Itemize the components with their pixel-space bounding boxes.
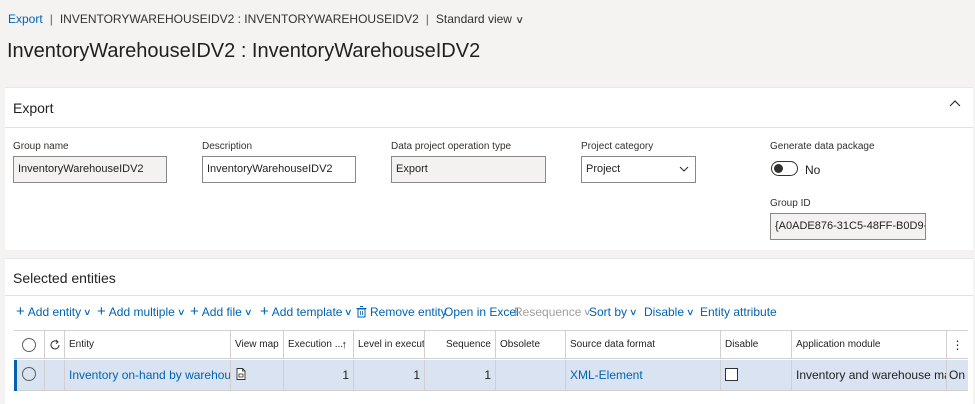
add-file-label: Add file [201,305,242,319]
chevron-down-icon: ∨ [83,306,92,317]
page-title: InventoryWarehouseIDV2 : InventoryWareho… [7,40,481,62]
remove-entity-label: Remove entity [370,305,447,319]
cell-source-format[interactable]: XML-Element [566,360,721,390]
col-disable[interactable]: Disable [721,331,792,358]
entities-grid: Entity View map Execution ... ↑ Level in… [14,330,968,392]
selected-entities-title: Selected entities [13,270,116,286]
plus-icon: + [97,303,106,320]
export-section-title: Export [13,100,54,116]
cell-execution: 1 [284,360,354,390]
col-entity[interactable]: Entity [65,331,231,358]
chevron-down-icon: ∨ [686,306,695,317]
col-source-format[interactable]: Source data format [566,331,721,358]
plus-icon: + [190,303,199,320]
trash-icon [356,306,367,318]
col-level[interactable]: Level in execut... [354,331,425,358]
plus-icon: + [260,303,269,320]
chevron-down-icon: ∨ [344,306,354,317]
entity-attribute-label: Entity attribute [700,305,777,319]
sort-ascending-icon: ↑ [341,339,348,351]
add-multiple-label: Add multiple [108,305,175,319]
project-category-value: Project [586,163,621,175]
group-name-field[interactable]: InventoryWarehouseIDV2 [13,156,167,183]
add-file-button[interactable]: + Add file ∨ [190,303,253,320]
chevron-down-icon: ∨ [515,15,525,26]
section-divider [5,127,973,128]
operation-type-field[interactable]: Export [391,156,546,183]
col-view-map[interactable]: View map [231,331,284,358]
project-category-select[interactable]: Project [581,156,696,183]
generate-package-toggle[interactable] [771,161,798,176]
breadcrumb-separator: | [49,12,53,26]
cell-sequence: 1 [425,360,496,390]
view-map-icon[interactable] [236,368,246,380]
row-selection-indicator [14,360,17,391]
chevron-down-icon: ∨ [629,306,638,317]
open-in-excel-label: Open in Excel [444,305,519,319]
project-category-label: Project category [581,141,654,152]
cell-app-module: Inventory and warehouse mana... [792,360,947,390]
chevron-up-icon[interactable] [949,98,961,110]
breadcrumb: Export | INVENTORYWAREHOUSEIDV2 : INVENT… [8,12,525,26]
grid-header: Entity View map Execution ... ↑ Level in… [14,330,968,359]
cell-disable[interactable] [721,360,792,390]
row-select-circle[interactable] [22,367,36,381]
open-in-excel-button[interactable]: Open in Excel [444,305,519,319]
generate-package-label: Generate data package [770,141,875,152]
chevron-down-icon [679,166,689,172]
select-all-cell[interactable] [14,331,45,358]
add-entity-label: Add entity [27,305,82,319]
view-selector[interactable]: Standard view ∨ [435,12,525,26]
group-id-field[interactable]: {A0ADE876-31C5-48FF-B0D9-9... [770,213,926,240]
select-all-circle[interactable] [22,338,36,352]
breadcrumb-current: INVENTORYWAREHOUSEIDV2 : INVENTORYWAREHO… [59,12,419,26]
entity-link[interactable]: Inventory on-hand by warehouse V2 [69,368,230,382]
description-field[interactable]: InventoryWarehouseIDV2 [202,156,356,183]
section-divider [5,295,973,296]
add-template-label: Add template [271,305,343,319]
col-execution-label: Execution ... [288,339,344,350]
cell-view-map[interactable] [231,360,284,390]
add-entity-button[interactable]: + Add entity ∨ [16,303,92,320]
generate-package-value: No [805,163,821,177]
sort-by-button[interactable]: Sort by ∨ [589,305,638,319]
row-spacer-cell [45,360,65,390]
chevron-down-icon: ∨ [176,306,186,317]
add-multiple-button[interactable]: + Add multiple ∨ [97,303,186,320]
chevron-down-icon: ∨ [243,306,253,317]
col-obsolete[interactable]: Obsolete [496,331,566,358]
resequence-label: Resequence [514,305,582,319]
disable-checkbox[interactable] [725,368,738,381]
cell-overflow: On [949,368,966,382]
cell-entity[interactable]: Inventory on-hand by warehouse V2 [65,360,231,390]
breadcrumb-export-link[interactable]: Export [8,12,43,26]
operation-type-label: Data project operation type [391,141,512,152]
refresh-icon[interactable] [49,339,61,351]
refresh-cell[interactable] [45,331,65,358]
cell-obsolete [496,360,566,390]
resequence-button[interactable]: Resequence ∨ [514,305,592,319]
table-row[interactable]: Inventory on-hand by warehouse V2 1 1 1 … [14,360,968,391]
col-app-module[interactable]: Application module [792,331,947,358]
description-label: Description [202,141,253,152]
add-template-button[interactable]: + Add template ∨ [260,303,354,320]
plus-icon: + [16,303,25,320]
remove-entity-button[interactable]: Remove entity [356,305,447,319]
disable-button[interactable]: Disable ∨ [644,305,695,319]
sort-by-label: Sort by [589,305,628,319]
toggle-knob [774,164,783,173]
row-select-cell[interactable] [14,360,45,390]
group-id-label: Group ID [770,198,811,209]
col-sequence[interactable]: Sequence [425,331,496,358]
disable-label: Disable [644,305,685,319]
entity-attribute-button[interactable]: Entity attribute [700,305,777,319]
col-execution[interactable]: Execution ... ↑ [284,331,354,358]
view-selector-label: Standard view [435,12,512,26]
source-format-link[interactable]: XML-Element [570,368,643,382]
breadcrumb-separator: | [425,12,429,26]
cell-level: 1 [354,360,425,390]
group-name-label: Group name [13,141,69,152]
more-options-icon[interactable]: ⋮ [947,331,968,358]
